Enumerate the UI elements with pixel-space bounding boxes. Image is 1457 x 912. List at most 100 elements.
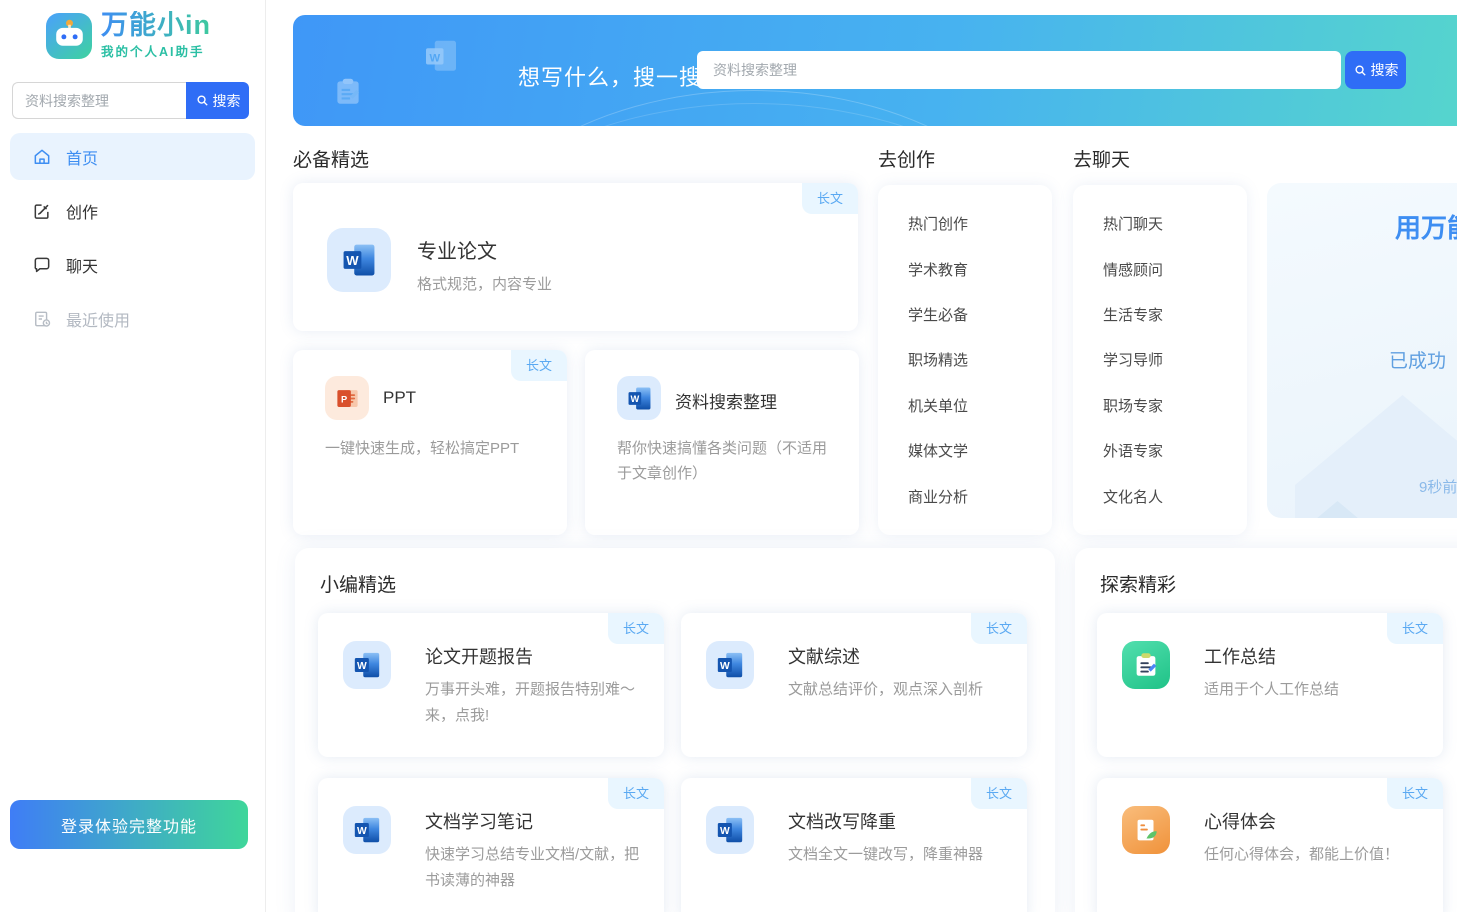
card-title: 心得体会 [1204,808,1276,834]
word-icon: W [327,228,391,292]
svg-text:W: W [346,253,359,268]
ppt-icon: P [325,376,369,420]
card-title: 专业论文 [417,235,497,264]
banner-search-input[interactable] [697,51,1341,89]
editor-picks-panel: 小编精选 长文 W 论文开题报告 万事开头难，开题报告特别难～来，点我! 长文 … [295,548,1055,912]
svg-text:W: W [720,661,730,672]
chat-category-item[interactable]: 文化名人 [1103,486,1247,507]
long-article-badge: 长文 [511,350,567,381]
svg-text:W: W [429,52,440,64]
long-article-badge: 长文 [608,613,664,644]
create-category-item[interactable]: 学术教育 [908,259,1052,280]
chat-category-list: 热门聊天 情感顾问 生活专家 学习导师 职场专家 外语专家 文化名人 [1073,185,1247,535]
long-article-badge: 长文 [1387,613,1443,644]
editor-picks-heading: 小编精选 [320,570,396,597]
essentials-heading: 必备精选 [293,145,369,172]
sidebar-search-button-label: 搜索 [213,91,241,111]
chat-category-item[interactable]: 外语专家 [1103,440,1247,461]
card-description: 文献总结评价，观点深入剖析 [788,677,1016,703]
banner-arc-decoration [403,103,1105,126]
card-study-notes[interactable]: 长文 W 文档学习笔记 快速学习总结专业文档/文献，把书读薄的神器 [318,778,664,912]
home-icon [32,147,52,167]
card-work-summary[interactable]: 长文 工作总结 适用于个人工作总结 [1097,613,1443,757]
card-description: 文档全文一键改写，降重神器 [788,842,1016,868]
word-icon: W [617,376,661,420]
card-literature-review[interactable]: 长文 W 文献综述 文献总结评价，观点深入剖析 [681,613,1027,757]
card-rewrite-dedup[interactable]: 长文 W 文档改写降重 文档全文一键改写，降重神器 [681,778,1027,912]
card-title: 文献综述 [788,643,860,669]
sidebar-search-input[interactable] [12,82,186,119]
chat-category-item[interactable]: 情感顾问 [1103,259,1247,280]
chat-category-item[interactable]: 生活专家 [1103,304,1247,325]
create-category-list: 热门创作 学术教育 学生必备 职场精选 机关单位 媒体文学 商业分析 [878,185,1052,535]
banner-title: 想写什么，搜一搜 [518,60,702,92]
banner-search-button[interactable]: 搜索 [1345,51,1406,89]
promo-status-line: 已成功 [1389,346,1446,373]
card-title: 文档改写降重 [788,808,896,834]
sidebar-item-home[interactable]: 首页 [10,133,255,180]
recent-doc-icon [32,309,52,329]
card-description: 万事开头难，开题报告特别难～来，点我! [425,677,653,729]
create-category-item[interactable]: 学生必备 [908,304,1052,325]
long-article-badge: 长文 [971,778,1027,809]
promo-timestamp: 9秒前 [1419,476,1457,497]
chat-category-item[interactable]: 热门聊天 [1103,213,1247,234]
svg-text:W: W [720,826,730,837]
chat-category-item[interactable]: 学习导师 [1103,349,1247,370]
robot-logo-icon [46,13,92,59]
sidebar: 万能小in 我的个人AI助手 搜索 首页 [0,0,266,912]
long-article-badge: 长文 [802,183,858,214]
scroll-leaf-icon [1122,806,1170,854]
chat-category-item[interactable]: 职场专家 [1103,395,1247,416]
card-reflections[interactable]: 长文 心得体会 任何心得体会，都能上价值！ [1097,778,1443,912]
explore-heading: 探索精彩 [1100,570,1176,597]
sidebar-search: 搜索 [12,82,249,119]
brand-subtitle: 我的个人AI助手 [101,41,211,60]
create-category-item[interactable]: 机关单位 [908,395,1052,416]
svg-text:P: P [341,394,347,404]
sidebar-item-create[interactable]: 创作 [10,187,255,234]
card-title: 论文开题报告 [425,643,533,669]
word-icon: W [706,641,754,689]
word-icon: W [706,806,754,854]
card-description: 格式规范，内容专业 [417,273,552,294]
sidebar-nav: 首页 创作 聊天 最近使用 [0,133,265,349]
create-category-item[interactable]: 热门创作 [908,213,1052,234]
long-article-badge: 长文 [971,613,1027,644]
word-icon: W [343,641,391,689]
go-chat-heading: 去聊天 [1073,145,1130,172]
sidebar-item-chat[interactable]: 聊天 [10,241,255,288]
card-description: 任何心得体会，都能上价值！ [1204,842,1432,868]
login-button[interactable]: 登录体验完整功能 [10,800,248,849]
chat-icon [32,255,52,275]
create-category-item[interactable]: 职场精选 [908,349,1052,370]
sidebar-search-button[interactable]: 搜索 [186,82,249,119]
card-thesis-proposal[interactable]: 长文 W 论文开题报告 万事开头难，开题报告特别难～来，点我! [318,613,664,757]
go-create-heading: 去创作 [878,145,935,172]
svg-text:W: W [630,393,639,403]
long-article-badge: 长文 [1387,778,1443,809]
search-icon [1353,63,1368,78]
create-category-item[interactable]: 商业分析 [908,486,1052,507]
card-title: PPT [383,388,416,408]
card-professional-paper[interactable]: 长文 W 专业论文 格式规范，内容专业 [293,183,858,331]
long-article-badge: 长文 [608,778,664,809]
sidebar-item-recent[interactable]: 最近使用 [10,295,255,342]
card-title: 工作总结 [1204,643,1276,669]
clipboard-decoration-icon [331,75,365,114]
explore-panel: 探索精彩 长文 工作总结 适用于个人工作总结 长文 心得体会 任何心得体会，都能… [1075,548,1457,912]
card-description: 适用于个人工作总结 [1204,677,1432,703]
sidebar-item-label: 创作 [66,199,98,223]
card-ppt[interactable]: 长文 P PPT 一键快速生成，轻松搞定PPT [293,350,567,535]
card-research-lookup[interactable]: W 资料搜索整理 帮你快速搞懂各类问题（不适用于文章创作） [585,350,859,535]
word-icon: W [343,806,391,854]
svg-text:W: W [357,826,367,837]
card-description: 快速学习总结专业文档/文献，把书读薄的神器 [425,842,653,894]
brand-title: 万能小in [101,11,211,39]
create-category-item[interactable]: 媒体文学 [908,440,1052,461]
clipboard-pen-icon [1122,641,1170,689]
sidebar-item-label: 最近使用 [66,307,130,331]
svg-text:W: W [357,661,367,672]
promo-card[interactable]: 用万能 已成功 9秒前 [1267,183,1457,518]
search-icon [195,93,210,108]
